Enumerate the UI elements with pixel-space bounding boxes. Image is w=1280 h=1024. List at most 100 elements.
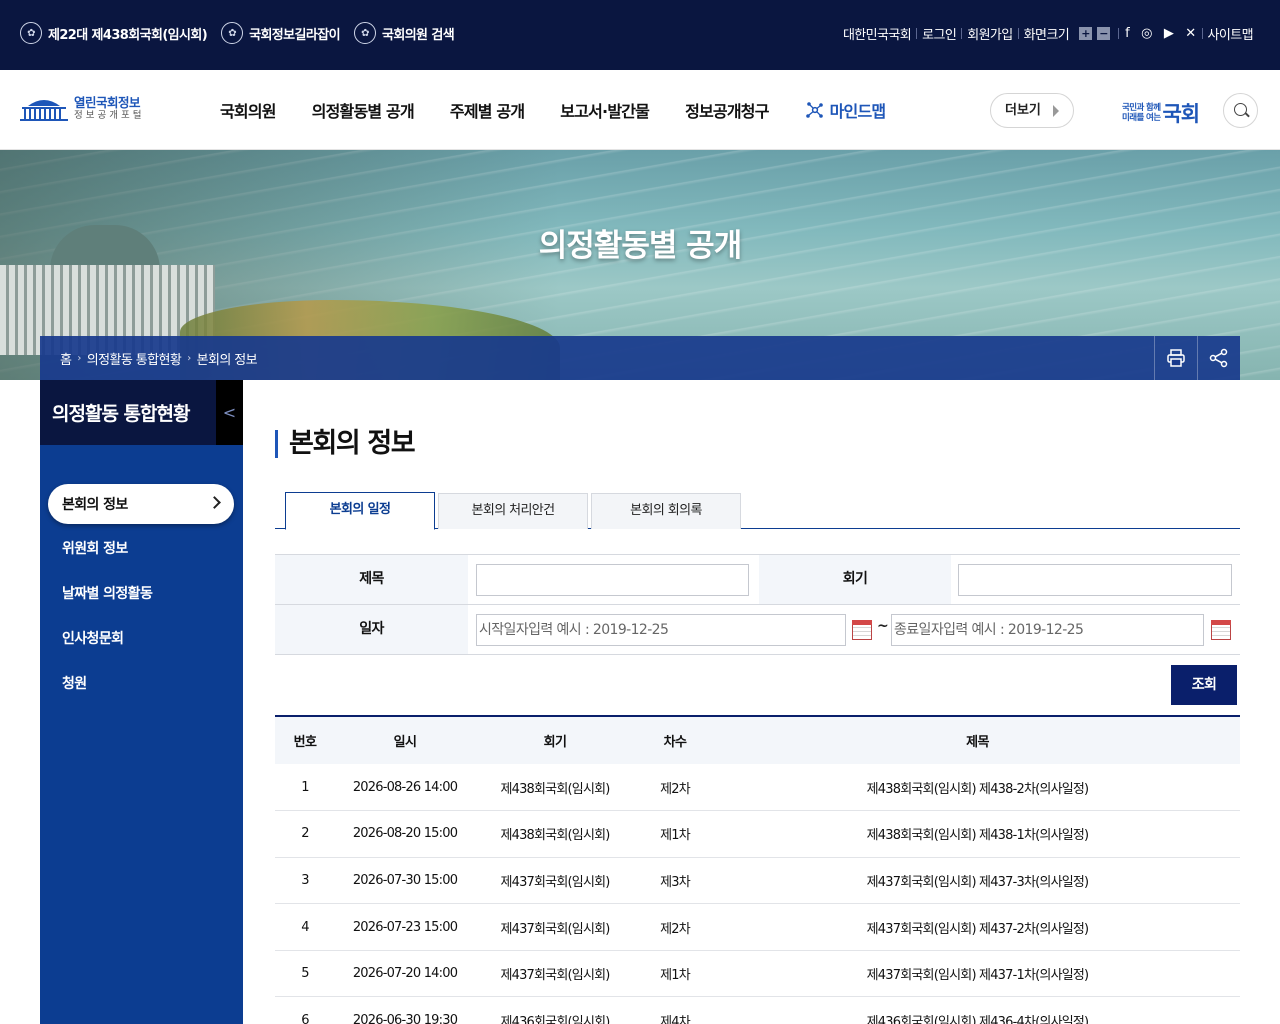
youtube-icon[interactable]: ▶	[1164, 26, 1174, 41]
cell-title[interactable]: 제438회국회(임시회) 제438-2차(의사일정)	[715, 764, 1240, 812]
title-input[interactable]	[476, 564, 749, 596]
breadcrumb-activity[interactable]: 의정활동 통합현황	[87, 349, 182, 368]
start-date-input[interactable]: 시작일자입력 예시 : 2019-12-25	[476, 614, 846, 646]
end-date-input[interactable]: 종료일자입력 예시 : 2019-12-25	[891, 614, 1204, 646]
print-button[interactable]	[1154, 336, 1196, 380]
plenary-schedule-table: 번호 일시 회기 차수 제목 1 2026-08-26 14:00 제438회국회(…	[275, 715, 1240, 1024]
table-row[interactable]: 5 2026-07-20 14:00 제437회국회(임시회) 제1차 제437회국회(…	[275, 950, 1240, 998]
print-icon	[1166, 349, 1185, 367]
nav-topic-disclosure[interactable]: 주제별 공개	[450, 98, 525, 122]
slogan-main: 국회	[1162, 102, 1200, 126]
search-icon[interactable]	[1223, 93, 1258, 128]
cell-session: 제438회국회(임시회)	[475, 810, 635, 858]
chevron-right-icon	[208, 496, 221, 509]
cell-title[interactable]: 제437회국회(임시회) 제437-1차(의사일정)	[715, 950, 1240, 998]
breadcrumb-home[interactable]: 홈	[60, 349, 72, 368]
zoom-in-button[interactable]: +	[1079, 27, 1093, 40]
table-row[interactable]: 4 2026-07-23 15:00 제437회국회(임시회) 제2차 제437회국회(…	[275, 903, 1240, 951]
assembly-building-icon	[20, 100, 68, 121]
date-label: 일자	[275, 605, 468, 654]
sidebar-item-petition[interactable]: 청원	[62, 673, 87, 693]
cell-title[interactable]: 제438회국회(임시회) 제438-1차(의사일정)	[715, 810, 1240, 858]
cell-datetime: 2026-07-20 14:00	[335, 950, 475, 998]
cell-datetime: 2026-08-26 14:00	[335, 764, 475, 812]
date-range-separator: ~	[877, 618, 889, 634]
breadcrumb-current[interactable]: 본회의 정보	[197, 349, 258, 368]
mindmap-icon	[805, 102, 823, 118]
main-header: 열린국회정보 정보공개포털 국회의원 의정활동별 공개 주제별 공개 보고서·발…	[0, 70, 1280, 150]
assembly-emblem-icon: ✿	[20, 22, 42, 44]
share-button[interactable]	[1197, 336, 1239, 380]
slogan-line-1: 국민과 함께	[1122, 103, 1161, 113]
site-logo[interactable]: 열린국회정보 정보공개포털	[20, 96, 144, 122]
national-assembly-link[interactable]: 대한민국국회	[838, 24, 916, 43]
cell-order: 제1차	[635, 950, 715, 998]
tab-plenary-schedule[interactable]: 본회의 일정	[285, 492, 435, 530]
cell-order: 제3차	[635, 857, 715, 905]
table-row[interactable]: 3 2026-07-30 15:00 제437회국회(임시회) 제3차 제437회국회(…	[275, 857, 1240, 905]
cell-number: 2	[275, 810, 335, 858]
nav-mindmap[interactable]: 마인드맵	[805, 98, 886, 122]
assembly-emblem-icon: ✿	[221, 22, 244, 44]
instagram-icon[interactable]: ◎	[1141, 26, 1152, 41]
table-row[interactable]: 6 2026-06-30 19:30 제436회국회(임시회) 제4차 제436회국회(…	[275, 996, 1240, 1024]
sidebar-item-committee[interactable]: 위원회 정보	[62, 538, 128, 558]
login-link[interactable]: 로그인	[917, 24, 961, 43]
zoom-out-button[interactable]: −	[1097, 27, 1111, 40]
divider	[1118, 28, 1120, 39]
member-search-label: 국회의원 검색	[381, 27, 455, 43]
x-icon[interactable]: ✕	[1185, 26, 1196, 41]
sidebar-title: 의정활동 통합현황	[40, 380, 243, 445]
assembly-emblem-icon: ✿	[353, 22, 376, 44]
sidebar-item-plenary-info[interactable]: 본회의 정보	[48, 484, 234, 524]
assembly-slogan-logo[interactable]: 국민과 함께 미래를 여는 국회	[1122, 98, 1200, 128]
table-row[interactable]: 2 2026-08-20 15:00 제438회국회(임시회) 제1차 제438회국회(…	[275, 810, 1240, 858]
form-row-title: 제목 회기	[275, 555, 1240, 605]
tab-plenary-minutes[interactable]: 본회의 회의록	[591, 493, 741, 529]
cell-session: 제436회국회(임시회)	[475, 996, 635, 1024]
cell-session: 제437회국회(임시회)	[475, 903, 635, 951]
nav-activity-disclosure[interactable]: 의정활동별 공개	[312, 98, 415, 122]
table-row[interactable]: 1 2026-08-26 14:00 제438회국회(임시회) 제2차 제438회국회(…	[275, 764, 1240, 812]
cell-number: 6	[275, 996, 335, 1024]
info-guide-link[interactable]: ✿ 국회정보길라잡이	[221, 22, 341, 44]
col-header-order: 차수	[635, 715, 715, 764]
top-utility-bar: ✿ 제22대 제438회국회(임시회) ✿ 국회정보길라잡이 ✿ 국회의원 검색…	[0, 0, 1280, 70]
sidebar-item-hearing[interactable]: 인사청문회	[62, 628, 124, 648]
tab-plenary-agenda[interactable]: 본회의 처리안건	[438, 493, 588, 529]
sidebar-item-daily-activity[interactable]: 날짜별 의정활동	[62, 583, 153, 603]
cell-datetime: 2026-06-30 19:30	[335, 996, 475, 1024]
calendar-icon[interactable]	[852, 620, 872, 640]
sitemap-link[interactable]: 사이트맵	[1203, 24, 1258, 43]
calendar-icon[interactable]	[1211, 620, 1231, 640]
nav-reports[interactable]: 보고서·발간물	[560, 98, 650, 122]
cell-number: 4	[275, 903, 335, 951]
page-banner: 의정활동별 공개 홈 › 의정활동 통합현황 › 본회의 정보	[0, 150, 1280, 380]
col-header-session: 회기	[475, 715, 635, 764]
cell-order: 제4차	[635, 996, 715, 1024]
sidebar-collapse-button[interactable]: <	[216, 380, 243, 445]
nav-members[interactable]: 국회의원	[220, 98, 276, 122]
more-button[interactable]: 더보기	[990, 93, 1074, 128]
sidebar: 의정활동 통합현황 < 본회의 정보 위원회 정보 날짜별 의정활동 인사청문회…	[40, 380, 243, 1024]
title-label: 제목	[275, 555, 468, 604]
nav-info-request[interactable]: 정보공개청구	[685, 98, 769, 122]
cell-title[interactable]: 제437회국회(임시회) 제437-2차(의사일정)	[715, 903, 1240, 951]
cell-title[interactable]: 제437회국회(임시회) 제437-3차(의사일정)	[715, 857, 1240, 905]
session-input[interactable]	[958, 564, 1232, 596]
session-label: 회기	[759, 555, 951, 604]
chevron-right-icon: ›	[187, 353, 191, 364]
cell-title[interactable]: 제436회국회(임시회) 제436-4차(의사일정)	[715, 996, 1240, 1024]
banner-title: 의정활동별 공개	[538, 228, 742, 264]
page-title: 본회의 정보	[275, 430, 416, 458]
current-session-link[interactable]: ✿ 제22대 제438회국회(임시회)	[20, 22, 208, 44]
col-header-datetime: 일시	[335, 715, 475, 764]
logo-title: 열린국회정보	[74, 95, 141, 110]
search-button[interactable]: 조회	[1171, 665, 1237, 705]
signup-link[interactable]: 회원가입	[962, 24, 1017, 43]
col-header-title: 제목	[715, 715, 1240, 764]
facebook-icon[interactable]: f	[1125, 26, 1130, 41]
cell-order: 제2차	[635, 764, 715, 812]
member-search-link[interactable]: ✿ 국회의원 검색	[353, 22, 455, 44]
top-left-links: ✿ 제22대 제438회국회(임시회) ✿ 국회정보길라잡이 ✿ 국회의원 검색	[20, 22, 455, 44]
